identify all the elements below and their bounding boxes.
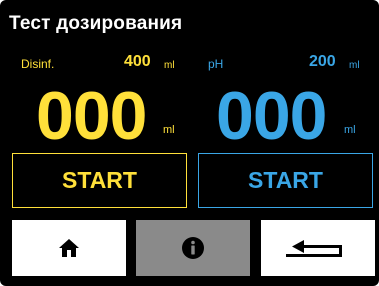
home-icon	[59, 239, 79, 257]
page-title: Тест дозирования	[9, 13, 183, 34]
ph-setpoint-unit: ml	[349, 60, 360, 71]
ph-channel-label: pH	[208, 57, 224, 71]
ph-start-button[interactable]: START	[198, 153, 373, 208]
disinf-start-button[interactable]: START	[12, 153, 187, 208]
home-button[interactable]	[12, 220, 126, 276]
disinf-current-value: 000	[36, 78, 147, 154]
ph-setpoint-value: 200	[309, 53, 336, 70]
disinf-start-label: START	[62, 167, 137, 193]
back-button[interactable]	[261, 220, 375, 276]
ph-current-unit: ml	[344, 124, 356, 136]
disinf-current-unit: ml	[163, 124, 175, 136]
info-icon	[182, 237, 204, 259]
dosing-test-screen: Тест дозирования Disinf. 400 ml 000 ml p…	[0, 0, 379, 286]
disinf-setpoint-unit: ml	[164, 60, 175, 71]
ph-start-label: START	[248, 167, 323, 193]
return-arrow-icon	[286, 240, 342, 257]
disinf-setpoint-value: 400	[124, 53, 151, 70]
info-button[interactable]	[136, 220, 250, 276]
disinf-channel-label: Disinf.	[21, 57, 55, 71]
ph-current-value: 000	[216, 78, 327, 154]
